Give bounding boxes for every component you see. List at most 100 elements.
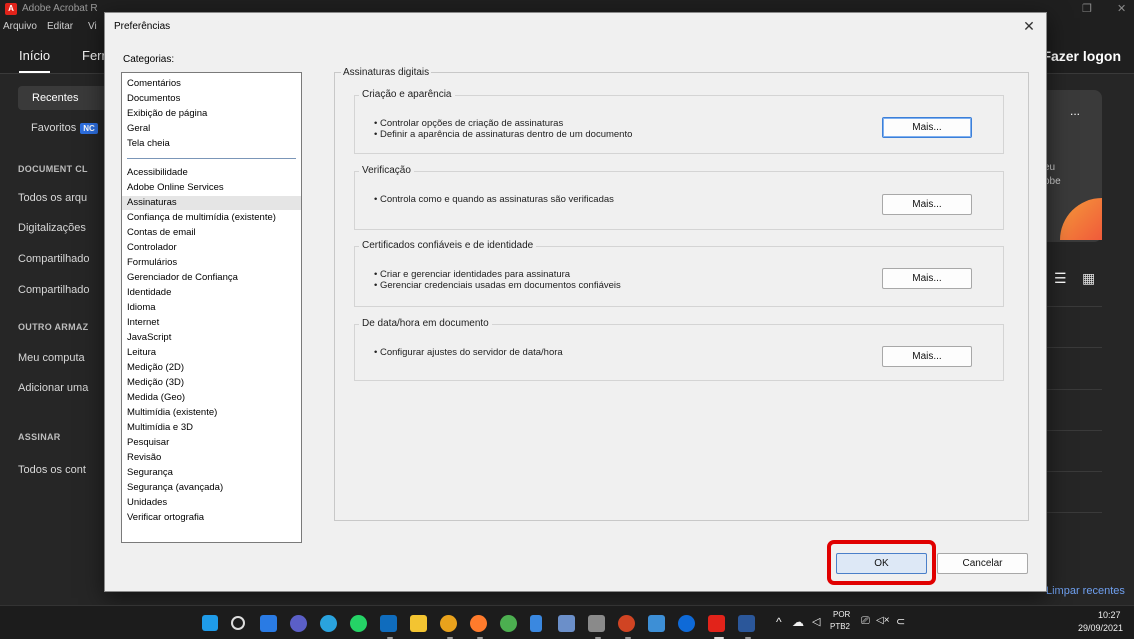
new-badge: NC	[80, 123, 98, 134]
notepad-icon[interactable]	[530, 615, 542, 632]
category-medicao-3d[interactable]: Medição (3D)	[127, 376, 184, 390]
category-medicao-2d[interactable]: Medição (2D)	[127, 361, 184, 375]
category-seguranca[interactable]: Segurança	[127, 466, 173, 480]
search-icon[interactable]	[231, 616, 245, 630]
category-controlador[interactable]: Controlador	[127, 241, 177, 255]
system-tray: ^ ☁ ◁ POR PTB2 ⎚ ◁× ⊂ 10:27 29/09/2021	[768, 606, 1134, 639]
category-acessibilidade[interactable]: Acessibilidade	[127, 166, 188, 180]
task-view-icon[interactable]	[260, 615, 277, 632]
category-geral[interactable]: Geral	[127, 122, 150, 136]
tab-inicio[interactable]: Início	[19, 48, 51, 73]
acrobat-icon[interactable]	[708, 615, 725, 632]
sidebar-item-recentes[interactable]: Recentes	[32, 92, 78, 104]
tab-ferramentas[interactable]: Ferr	[82, 48, 106, 63]
category-verificar-ortografia[interactable]: Verificar ortografia	[127, 511, 204, 525]
category-javascript[interactable]: JavaScript	[127, 331, 171, 345]
file-explorer-icon[interactable]	[410, 615, 427, 632]
app-14-icon[interactable]	[588, 615, 605, 632]
category-internet[interactable]: Internet	[127, 316, 159, 330]
category-formularios[interactable]: Formulários	[127, 256, 177, 270]
chat-icon[interactable]	[290, 615, 307, 632]
mais-button-certificados[interactable]: Mais...	[882, 268, 972, 289]
group-title: Certificados confiáveis e de identidade	[359, 240, 537, 251]
sidebar-item-todos-arquivos[interactable]: Todos os arqu	[18, 192, 87, 204]
category-pesquisar[interactable]: Pesquisar	[127, 436, 169, 450]
keyboard-layout[interactable]: PTB2	[830, 622, 850, 631]
sidebar-item-favoritos[interactable]: Favoritos NC	[31, 122, 98, 134]
sidebar-item-meu-computador[interactable]: Meu computa	[18, 352, 85, 364]
cancel-button[interactable]: Cancelar	[937, 553, 1028, 574]
menu-arquivo[interactable]: Arquivo	[3, 21, 37, 32]
close-icon[interactable]: ✕	[1020, 17, 1038, 35]
promo-card[interactable]: ... eu obe	[1044, 90, 1102, 242]
list-view-icon[interactable]: ☰	[1054, 270, 1067, 287]
category-medida-geo[interactable]: Medida (Geo)	[127, 391, 185, 405]
mais-button-verificacao[interactable]: Mais...	[882, 194, 972, 215]
category-comentarios[interactable]: Comentários	[127, 77, 181, 91]
chevron-up-icon[interactable]: ^	[776, 615, 782, 629]
powerpoint-icon[interactable]	[618, 615, 635, 632]
language-code[interactable]: POR	[833, 610, 850, 619]
menu-visualizar[interactable]: Vi	[88, 21, 97, 32]
whatsapp-icon[interactable]	[350, 615, 367, 632]
app-6-icon[interactable]	[440, 615, 457, 632]
category-exibicao-pagina[interactable]: Exibição de página	[127, 107, 207, 121]
close-icon[interactable]: ✕	[1117, 2, 1126, 15]
panel-title: Assinaturas digitais	[341, 67, 432, 78]
group-criacao-aparencia: Criação e aparência • Controlar opções d…	[354, 89, 1004, 154]
sidebar-item-compartilhado-1[interactable]: Compartilhado	[18, 253, 90, 265]
digital-signatures-panel: Assinaturas digitais Criação e aparência…	[334, 67, 1029, 521]
cloud-icon[interactable]: ☁	[792, 615, 804, 629]
category-revisao[interactable]: Revisão	[127, 451, 161, 465]
category-contas-email[interactable]: Contas de email	[127, 226, 196, 240]
battery-icon[interactable]: ⊂	[896, 615, 905, 628]
category-identidade[interactable]: Identidade	[127, 286, 171, 300]
mais-button-data-hora[interactable]: Mais...	[882, 346, 972, 367]
acrobat-right-pane: ... eu obe ☰ ▦ Limpar recentes	[1044, 74, 1134, 605]
category-unidades[interactable]: Unidades	[127, 496, 167, 510]
acrobat-sidebar: Recentes Favoritos NC DOCUMENT CL Todos o…	[0, 74, 110, 605]
sidebar-item-todos-contratos[interactable]: Todos os cont	[18, 464, 86, 476]
location-icon[interactable]: ◁	[812, 615, 820, 628]
sidebar-item-compartilhado-2[interactable]: Compartilhado	[18, 284, 90, 296]
login-link[interactable]: Fazer logon	[1042, 48, 1121, 64]
category-documentos[interactable]: Documentos	[127, 92, 180, 106]
firefox-icon[interactable]	[470, 615, 487, 632]
clear-recent-link[interactable]: Limpar recentes	[1046, 585, 1125, 597]
clock-time[interactable]: 10:27	[1098, 610, 1121, 620]
group-bullet: • Definir a aparência de assinaturas den…	[374, 129, 633, 140]
category-assinaturas[interactable]: Assinaturas	[122, 196, 301, 210]
volume-muted-icon[interactable]: ◁×	[876, 615, 890, 626]
acrobat-window-title: Adobe Acrobat R	[22, 3, 98, 14]
telegram-icon[interactable]	[320, 615, 337, 632]
category-multimidia-3d[interactable]: Multimídia e 3D	[127, 421, 193, 435]
menu-editar[interactable]: Editar	[47, 21, 73, 32]
category-confianca-multimidia[interactable]: Confiança de multimídia (existente)	[127, 211, 276, 225]
category-seguranca-avancada[interactable]: Segurança (avançada)	[127, 481, 223, 495]
category-adobe-online-services[interactable]: Adobe Online Services	[127, 181, 224, 195]
category-multimidia-existente[interactable]: Multimídia (existente)	[127, 406, 217, 420]
chrome-icon[interactable]	[500, 615, 517, 632]
category-idioma[interactable]: Idioma	[127, 301, 156, 315]
word-icon[interactable]	[738, 615, 755, 632]
mais-button-criacao[interactable]: Mais...	[882, 117, 972, 138]
category-gerenciador-confianca[interactable]: Gerenciador de Confiança	[127, 271, 238, 285]
clock-date[interactable]: 29/09/2021	[1078, 623, 1123, 633]
group-title: Verificação	[359, 165, 414, 176]
categories-list[interactable]: Comentários Documentos Exibição de págin…	[121, 72, 302, 543]
windows-start-icon[interactable]	[202, 615, 218, 631]
outlook-icon[interactable]	[380, 615, 397, 632]
category-leitura[interactable]: Leitura	[127, 346, 156, 360]
teamviewer-icon[interactable]	[678, 615, 695, 632]
app-16-icon[interactable]	[648, 615, 665, 632]
app-13-icon[interactable]	[558, 615, 575, 632]
display-icon[interactable]: ⎚	[861, 615, 870, 628]
restore-icon[interactable]: ❐	[1082, 2, 1092, 15]
ok-button[interactable]: OK	[836, 553, 927, 574]
sidebar-item-digitalizacoes[interactable]: Digitalizações	[18, 222, 86, 234]
sidebar-item-adicionar-conta[interactable]: Adicionar uma	[18, 382, 88, 394]
more-options-icon[interactable]: ...	[1070, 104, 1080, 118]
group-bullet: • Controlar opções de criação de assinat…	[374, 118, 564, 129]
grid-view-icon[interactable]: ▦	[1082, 270, 1095, 287]
category-tela-cheia[interactable]: Tela cheia	[127, 137, 170, 151]
